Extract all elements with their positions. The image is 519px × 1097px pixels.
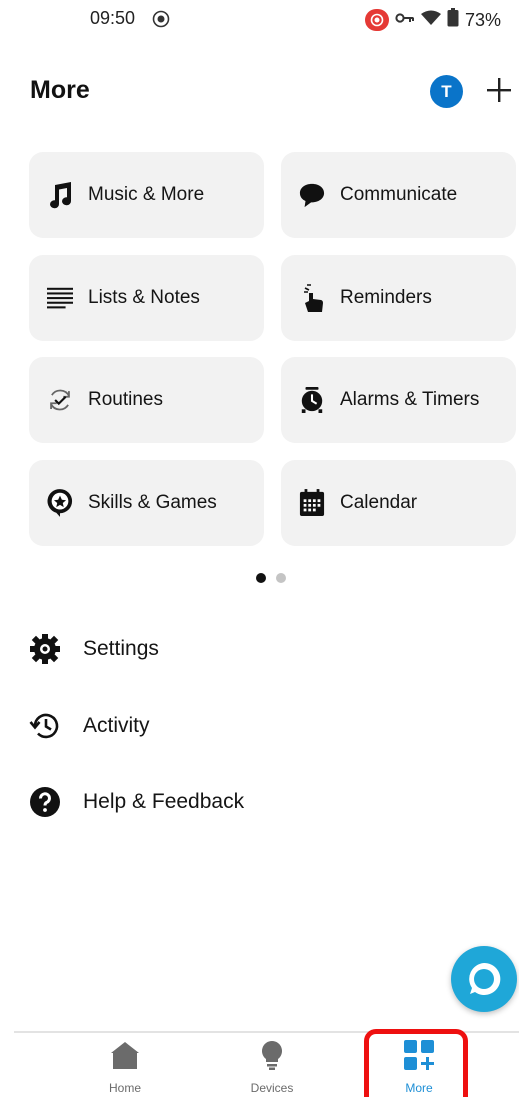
status-icons: 73% xyxy=(365,8,501,32)
tile-communicate[interactable]: Communicate xyxy=(281,152,516,238)
alexa-voice-button[interactable] xyxy=(451,946,517,1012)
tile-label: Music & More xyxy=(88,184,205,205)
profile-avatar[interactable]: T xyxy=(430,75,463,108)
tile-music-and-more[interactable]: Music & More xyxy=(29,152,264,238)
tile-routines[interactable]: Routines xyxy=(29,357,264,443)
plus-icon xyxy=(487,78,511,102)
alarm-clock-icon xyxy=(299,387,325,413)
bulb-icon xyxy=(260,1040,284,1075)
recording-icon xyxy=(365,9,389,31)
pager-dot-active[interactable] xyxy=(256,573,266,583)
reminder-hand-icon xyxy=(299,284,325,312)
alexa-icon xyxy=(469,962,501,995)
page-title: More xyxy=(30,76,90,104)
tile-lists-and-notes[interactable]: Lists & Notes xyxy=(29,255,264,341)
gear-icon xyxy=(28,632,62,666)
vpn-key-icon xyxy=(395,11,415,29)
nav-devices[interactable]: Devices xyxy=(222,1040,322,1095)
menu-label: Settings xyxy=(83,637,159,660)
tile-label: Reminders xyxy=(340,287,432,308)
tile-calendar[interactable]: Calendar xyxy=(281,460,516,546)
help-icon xyxy=(28,785,62,819)
chat-bubble-icon xyxy=(299,182,325,208)
menu-settings[interactable]: Settings xyxy=(28,632,159,666)
tile-skills-and-games[interactable]: Skills & Games xyxy=(29,460,264,546)
history-icon xyxy=(28,709,62,743)
tile-label: Calendar xyxy=(340,492,418,513)
nav-home[interactable]: Home xyxy=(75,1040,175,1095)
wifi-icon xyxy=(421,10,441,31)
status-time: 09:50 xyxy=(90,8,136,28)
battery-percent: 73% xyxy=(465,9,502,30)
menu-label: Activity xyxy=(83,714,150,737)
home-icon xyxy=(109,1040,141,1075)
list-icon xyxy=(47,285,73,311)
pager-dot[interactable] xyxy=(276,573,286,583)
tile-label: Skills & Games xyxy=(88,492,217,513)
skills-icon xyxy=(47,489,73,517)
tile-label: Communicate xyxy=(340,184,458,205)
routine-icon xyxy=(47,387,73,413)
tile-alarms-and-timers[interactable]: Alarms & Timers xyxy=(281,357,516,443)
battery-icon xyxy=(447,8,459,32)
menu-help-and-feedback[interactable]: Help & Feedback xyxy=(28,785,244,819)
music-note-icon xyxy=(47,182,73,209)
highlight-box xyxy=(364,1029,468,1097)
tile-reminders[interactable]: Reminders xyxy=(281,255,516,341)
pager-dots xyxy=(256,573,286,583)
add-button[interactable] xyxy=(483,74,515,106)
tile-label: Alarms & Timers xyxy=(340,389,480,410)
screen-record-icon xyxy=(152,10,170,33)
menu-label: Help & Feedback xyxy=(83,790,245,813)
tile-label: Routines xyxy=(88,389,163,410)
tile-label: Lists & Notes xyxy=(88,287,200,308)
menu-activity[interactable]: Activity xyxy=(28,709,150,743)
calendar-icon xyxy=(299,489,325,516)
